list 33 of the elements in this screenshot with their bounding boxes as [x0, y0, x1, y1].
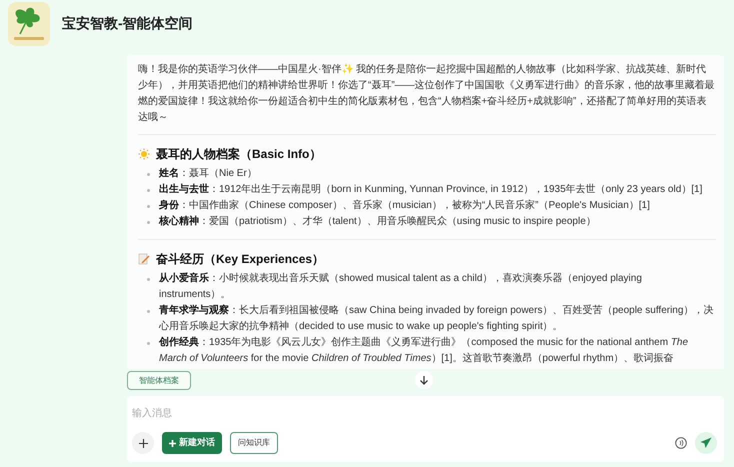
list-item-text: 核心精神：爱国（patriotism）、才华（talent）、用音乐唤醒民众（using music to inspire people）	[159, 214, 596, 229]
plus-icon	[169, 440, 176, 446]
bullet	[147, 221, 150, 224]
list-item-text: 出生与去世：1912年出生于云南昆明（born in Kunming, Yunnan Province, in 1912），1935年去世（only 23 years old）[1]	[159, 182, 702, 197]
bullet	[147, 342, 150, 345]
bullet	[147, 173, 150, 176]
list-item-text: 创作经典：1935年为电影《风云儿女》创作主题曲《义勇军进行曲》（composed the music for the national anthem The March of Volunteers for the movie Children of Troubled Times）[1]。这首歌节奏激昂（powerful rhythm）、歌词振奋	[159, 336, 690, 366]
list-item-text: 从小爱音乐：小时候就表现出音乐天赋（showed musical talent as a child），喜欢演奏乐器（enjoyed playing instruments）。	[159, 271, 643, 302]
bullet	[147, 310, 150, 313]
list-item-text: 姓名：聂耳（Nie Er）	[159, 166, 257, 181]
plus-icon	[138, 438, 148, 448]
arrow-down-icon	[419, 375, 429, 385]
agent-profile-button[interactable]: 智能体档案	[127, 371, 191, 390]
logo-icon	[8, 2, 50, 46]
bullet	[147, 278, 150, 281]
list-item-text: 身份：中国作曲家（Chinese composer）、音乐家（musician），被称为“人民音乐家”（People's Musician）[1]	[159, 198, 650, 213]
new-chat-button[interactable]: 新建对话	[162, 432, 222, 454]
add-button[interactable]	[132, 432, 154, 454]
send-icon	[700, 437, 712, 449]
voice-icon[interactable]	[675, 437, 687, 449]
list-item-text: 青年求学与观察：长大后看到祖国被侵略（saw China being invaded by foreign powers）、百姓受苦（people suffering），决心用音乐唤起大家的抗争精神（decided to use music to wake up people's fighting spirit）。	[159, 304, 714, 334]
section-heading: 奋斗经历（Key Experiences）	[156, 251, 324, 267]
app-title: 宝安智教-智能体空间	[62, 14, 193, 32]
send-button[interactable]	[695, 432, 717, 454]
message-input[interactable]: 输入消息	[132, 405, 719, 421]
section-heading: 聂耳的人物档案（Basic Info）	[156, 146, 322, 162]
intro-paragraph: 嗨！我是你的英语学习伙伴——中国星火·智伴✨ 我的任务是陪你一起挖掘中国超酷的人物故事（比如科学家、抗战英雄、新时代少年），并用英语把他们的精神讲给世界听！你选了“聂耳”——这位创作了中国国歌《义勇军进行曲》的音乐家，他的故事里藏着最燃的爱国旋律！我这就给你一份超适合初中生的简化版素材包，包含“人物档案+奋斗经历+成就影响”，还搭配了简单好用的英语表达哦～	[138, 62, 716, 135]
bullet	[147, 189, 150, 192]
sun-icon	[138, 148, 150, 160]
scroll-down-button[interactable]	[415, 371, 433, 389]
knowledge-base-button[interactable]: 问知识库	[230, 432, 278, 454]
bullet	[147, 205, 150, 208]
memo-icon	[138, 253, 150, 265]
